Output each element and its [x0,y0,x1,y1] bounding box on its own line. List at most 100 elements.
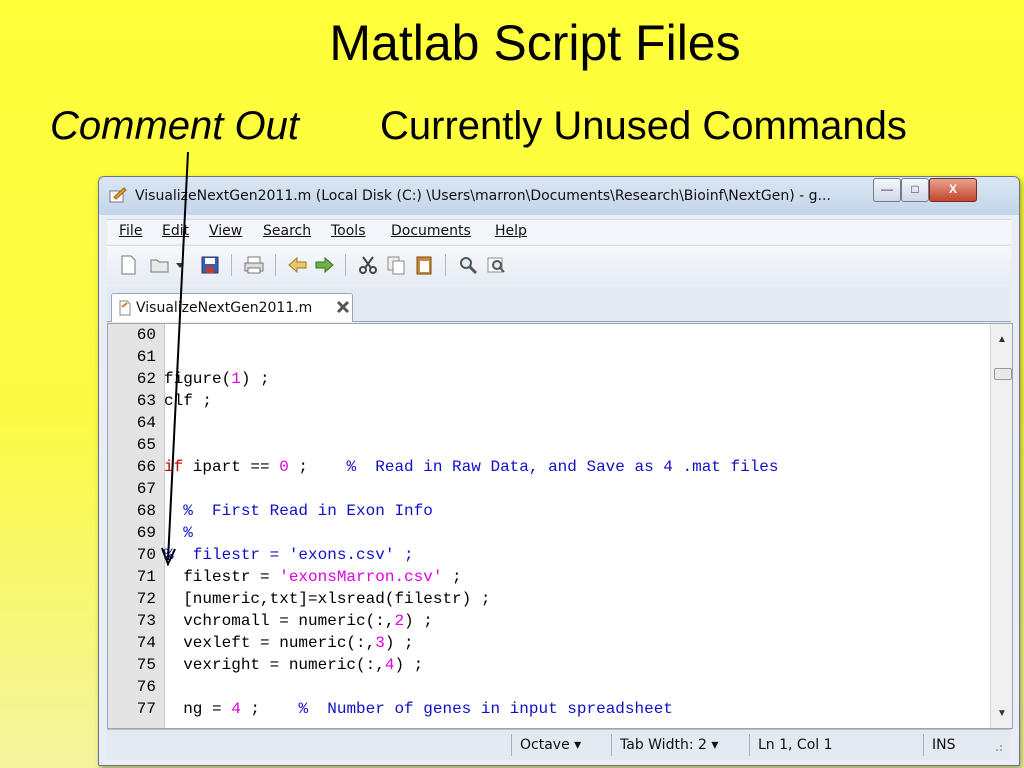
menu-search[interactable]: Search [263,223,311,239]
code-text: % First Read in Exon Info [164,500,433,522]
line-number: 61 [136,348,156,366]
document-tabs: VisualizeNextGen2011.m [107,287,1011,322]
code-text: % [164,522,193,544]
code-text: clf ; [164,390,212,412]
subtitle-text: Currently Unused Commands [380,104,907,148]
scroll-up-icon[interactable]: ▲ [997,334,1007,345]
line-number: 60 [136,326,156,344]
scroll-thumb[interactable] [994,368,1012,380]
code-line: 75 vexright = numeric(:,4) ; [108,654,988,676]
document-icon [119,300,131,316]
code-number: 3 [375,634,385,652]
tab-width-selector[interactable]: Tab Width: 2 ▾ [611,734,740,756]
menu-bar: File Edit View Search Tools Documents He… [107,219,1011,244]
code-number: 2 [394,612,405,630]
code-token: figure( [164,370,232,388]
code-line: 71 filestr = 'exonsMarron.csv' ; [108,566,988,588]
code-line: 73 vchromall = numeric(:,2) ; [108,610,988,632]
open-folder-icon[interactable] [149,255,171,275]
code-editor[interactable]: 60 61 62 figure(1) ; 63 clf ; 64 65 66 if ipart =… [107,323,1013,729]
code-token: ipart == [183,458,280,476]
line-number: 67 [136,480,156,498]
code-text: figure(1) ; [164,368,270,390]
language-selector[interactable]: Octave ▾ [511,734,582,756]
code-line: 65 [108,434,988,456]
text-editor-icon [109,187,127,203]
resize-grip-icon[interactable] [991,740,1003,752]
tab-document[interactable]: VisualizeNextGen2011.m [111,293,353,322]
copy-icon[interactable] [385,255,407,275]
window-titlebar[interactable]: VisualizeNextGen2011.m (Local Disk (C:) … [99,177,1019,215]
code-line: 72 [numeric,txt]=xlsread(filestr) ; [108,588,988,610]
vertical-scrollbar[interactable]: ▲ ▼ [990,324,1012,728]
new-file-icon[interactable] [117,255,139,275]
code-line: 74 vexleft = numeric(:,3) ; [108,632,988,654]
code-line: 62 figure(1) ; [108,368,988,390]
maximize-button[interactable]: □ [901,178,929,202]
line-number: 69 [136,524,156,542]
tab-label: VisualizeNextGen2011.m [136,300,313,316]
line-number: 66 [136,458,156,476]
code-line: 70 % filestr = 'exons.csv' ; [108,544,988,566]
code-keyword: if [164,458,184,476]
menu-edit[interactable]: Edit [162,223,189,239]
code-token: ) ; [240,370,270,388]
line-number: 63 [136,392,156,410]
menu-tools[interactable]: Tools [331,223,366,239]
code-token: ; [442,568,462,586]
code-line: 64 [108,412,988,434]
toolbar-separator [445,254,446,276]
code-line: 76 [108,676,988,698]
cut-icon[interactable] [357,255,379,275]
redo-icon[interactable] [313,255,335,275]
code-comment: % Read in Raw Data, and Save as 4 .mat f… [346,458,779,476]
code-text: % filestr = 'exons.csv' ; [164,544,414,566]
menu-view[interactable]: View [209,223,242,239]
menu-file[interactable]: File [119,223,142,239]
find-replace-icon[interactable] [485,255,507,275]
paste-icon[interactable] [413,255,435,275]
print-icon[interactable] [243,255,265,275]
minimize-button[interactable]: — [873,178,901,202]
code-text: vchromall = numeric(:,2) ; [164,610,433,632]
close-tab-icon[interactable] [336,300,350,314]
code-token: vchromall = numeric(:, [164,612,395,630]
code-line: 61 [108,346,988,368]
line-number: 74 [136,634,156,652]
line-number: 71 [136,568,156,586]
code-text: filestr = 'exonsMarron.csv' ; [164,566,462,588]
subtitle-emphasis: Comment Out [50,104,299,148]
slide-title: Matlab Script Files [329,15,741,71]
code-line: 69 % [108,522,988,544]
line-number: 77 [136,700,156,718]
close-button[interactable]: X [929,178,977,202]
code-number: 4 [384,656,395,674]
line-number: 62 [136,370,156,388]
save-icon[interactable] [199,255,221,275]
find-icon[interactable] [457,255,479,275]
code-line: 63 clf ; [108,390,988,412]
code-text: vexleft = numeric(:,3) ; [164,632,414,654]
line-number: 76 [136,678,156,696]
code-line: 66 if ipart == 0 ; % Read in Raw Data, an… [108,456,988,478]
code-token: ) ; [384,634,414,652]
toolbar-separator [231,254,232,276]
dropdown-arrow-icon[interactable] [173,255,187,275]
code-number: 1 [231,370,241,388]
line-number: 72 [136,590,156,608]
menu-documents[interactable]: Documents [391,223,471,239]
code-number: 4 [231,700,241,718]
code-comment: % filestr = 'exons.csv' ; [164,546,414,564]
code-token: filestr = [164,568,280,586]
code-token: clf ; [164,392,213,410]
menu-help[interactable]: Help [495,223,527,239]
undo-icon[interactable] [287,255,309,275]
line-number: 65 [136,436,156,454]
code-line: 77 ng = 4 ; % Number of genes in input s… [108,698,988,720]
window-title: VisualizeNextGen2011.m (Local Disk (C:) … [135,188,831,204]
code-number: 0 [279,458,289,476]
line-number: 68 [136,502,156,520]
code-token: ; [288,458,347,476]
code-text: if ipart == 0 ; % Read in Raw Data, and … [164,456,779,478]
scroll-down-icon[interactable]: ▼ [997,708,1007,719]
